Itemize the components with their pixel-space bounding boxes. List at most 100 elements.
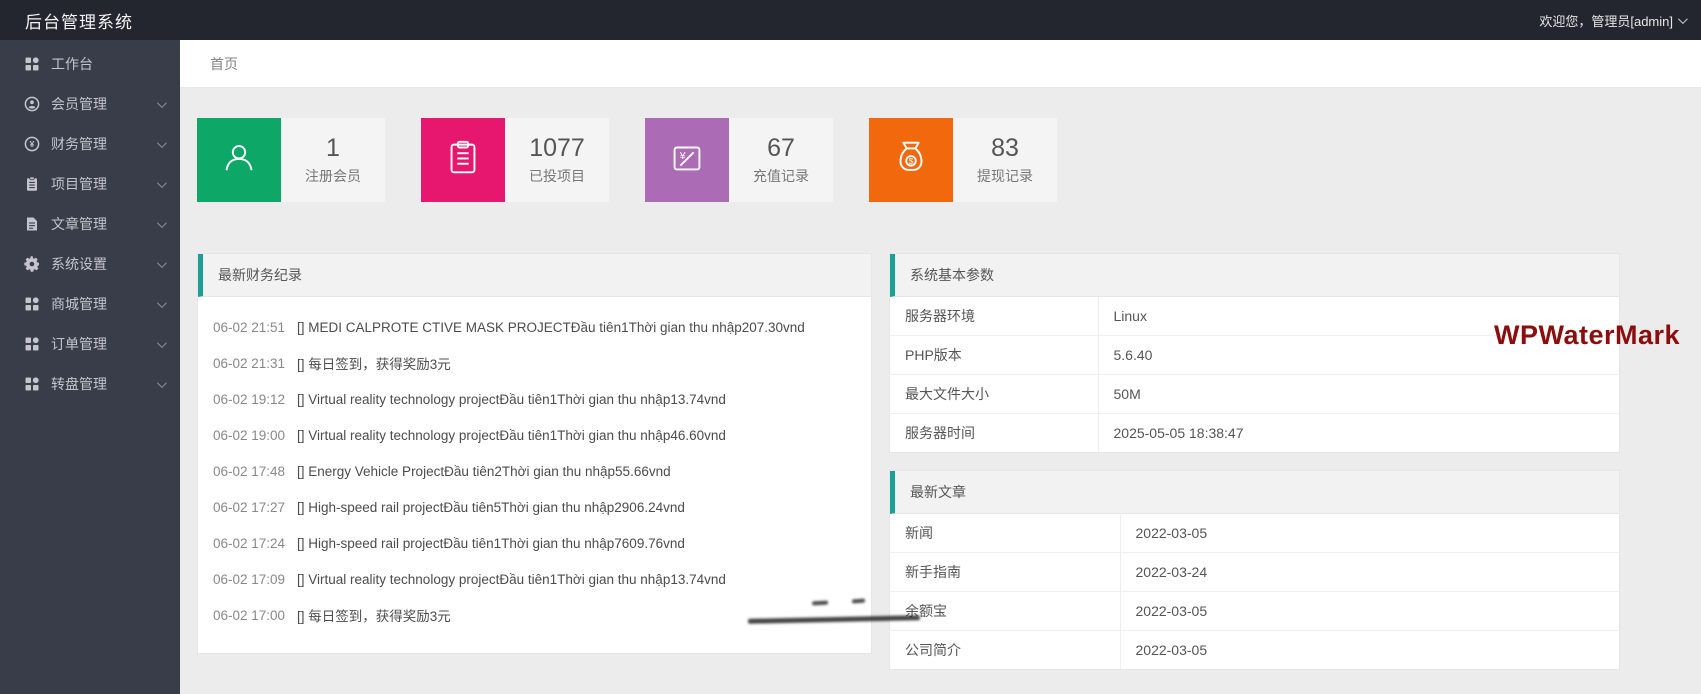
record-text: [] 每日签到，获得奖励3元 xyxy=(297,353,451,373)
sidebar-item[interactable]: 文章管理 xyxy=(0,204,180,244)
table-row: 新闻 2022-03-05 xyxy=(890,514,1619,553)
panels-row: 最新财务纪录 06-02 21:51 [] MEDI CALPROTE CTIV… xyxy=(197,253,1620,670)
finance-icon: ¥ xyxy=(24,136,40,152)
table-row: 最大文件大小 50M xyxy=(890,375,1619,414)
app-title: 后台管理系统 xyxy=(25,8,133,33)
welcome-text: 欢迎您，管理员[admin] xyxy=(1539,11,1673,30)
stat-card[interactable]: ¥ 67 充值记录 xyxy=(645,118,833,202)
sidebar-item-label: 系统设置 xyxy=(51,254,157,274)
record-text: [] Virtual reality technology projectĐầu… xyxy=(297,572,726,587)
sidebar-item-label: 订单管理 xyxy=(51,334,157,354)
sidebar-item[interactable]: 商城管理 xyxy=(0,284,180,324)
finance-record: 06-02 21:51 [] MEDI CALPROTE CTIVE MASK … xyxy=(198,309,871,345)
chevron-down-icon xyxy=(157,338,167,348)
chevron-down-icon xyxy=(157,258,167,268)
finance-record: 06-02 17:00 [] 每日签到，获得奖励3元 xyxy=(198,597,871,633)
article-title: 新手指南 xyxy=(890,553,1120,592)
table-row: 服务器环境 Linux xyxy=(890,297,1619,336)
user-icon xyxy=(218,137,260,184)
article-date: 2022-03-24 xyxy=(1120,553,1619,592)
stat-card[interactable]: $ 83 提现记录 xyxy=(869,118,1057,202)
console-icon xyxy=(24,56,40,72)
stat-cards: 1 注册会员 1077 已投项目 ¥ xyxy=(197,118,1620,202)
chevron-down-icon xyxy=(1678,14,1688,24)
stat-value: 1 xyxy=(326,134,340,163)
sidebar-item-label: 财务管理 xyxy=(51,134,157,154)
article-icon xyxy=(24,216,40,232)
finance-record: 06-02 17:27 [] High-speed rail projectĐầ… xyxy=(198,489,871,525)
stat-value: 83 xyxy=(991,134,1019,163)
sidebar-item-label: 文章管理 xyxy=(51,214,157,234)
record-time: 06-02 17:09 xyxy=(213,572,297,587)
stat-icon-box xyxy=(197,118,281,202)
finance-record: 06-02 19:00 [] Virtual reality technolog… xyxy=(198,417,871,453)
stat-label: 提现记录 xyxy=(977,166,1033,186)
articles-panel: 最新文章 新闻 2022-03-05 新手指南 2022 xyxy=(889,470,1620,670)
panel-title: 最新文章 xyxy=(910,482,966,502)
param-value: 2025-05-05 18:38:47 xyxy=(1098,414,1619,453)
sidebar-item[interactable]: 系统设置 xyxy=(0,244,180,284)
finance-record: 06-02 17:09 [] Virtual reality technolog… xyxy=(198,561,871,597)
sidebar-item[interactable]: 工作台 xyxy=(0,44,180,84)
table-row: PHP版本 5.6.40 xyxy=(890,336,1619,375)
finance-record: 06-02 21:31 [] 每日签到，获得奖励3元 xyxy=(198,345,871,381)
articles-panel-header: 最新文章 xyxy=(890,471,1619,514)
record-time: 06-02 17:27 xyxy=(213,500,297,515)
tab-bar: 首页 xyxy=(180,40,1701,88)
sidebar: 工作台 会员管理 ¥ 财务管理 项目管理 文章管理 系统设置 xyxy=(0,40,180,694)
project-icon xyxy=(24,176,40,192)
tab-home[interactable]: 首页 xyxy=(210,54,238,74)
sidebar-item[interactable]: ¥ 财务管理 xyxy=(0,124,180,164)
param-value: 5.6.40 xyxy=(1098,336,1619,375)
param-value: 50M xyxy=(1098,375,1619,414)
param-label: 服务器时间 xyxy=(890,414,1098,453)
stat-meta: 1 注册会员 xyxy=(281,118,385,202)
stat-card[interactable]: 1077 已投项目 xyxy=(421,118,609,202)
invest-icon xyxy=(442,137,484,184)
withdraw-icon: $ xyxy=(890,137,932,184)
sidebar-item[interactable]: 会员管理 xyxy=(0,84,180,124)
sidebar-item[interactable]: 订单管理 xyxy=(0,324,180,364)
chevron-down-icon xyxy=(157,298,167,308)
sidebar-item[interactable]: 转盘管理 xyxy=(0,364,180,404)
recharge-icon: ¥ xyxy=(666,137,708,184)
chevron-down-icon xyxy=(157,218,167,228)
table-row: 余额宝 2022-03-05 xyxy=(890,592,1619,631)
stat-card[interactable]: 1 注册会员 xyxy=(197,118,385,202)
param-label: 服务器环境 xyxy=(890,297,1098,336)
sidebar-item[interactable]: 项目管理 xyxy=(0,164,180,204)
finance-records: 06-02 21:51 [] MEDI CALPROTE CTIVE MASK … xyxy=(198,297,871,653)
wheel-icon xyxy=(24,376,40,392)
stat-label: 注册会员 xyxy=(305,166,361,186)
record-text: [] MEDI CALPROTE CTIVE MASK PROJECTĐầu t… xyxy=(297,320,805,335)
panel-title: 最新财务纪录 xyxy=(218,265,302,285)
article-title: 公司简介 xyxy=(890,631,1120,670)
settings-icon xyxy=(24,256,40,272)
app-frame: 工作台 会员管理 ¥ 财务管理 项目管理 文章管理 系统设置 xyxy=(0,40,1701,694)
record-text: [] High-speed rail projectĐầu tiên5Thời … xyxy=(297,500,685,515)
article-date: 2022-03-05 xyxy=(1120,631,1619,670)
stat-label: 已投项目 xyxy=(529,166,585,186)
sidebar-item-label: 项目管理 xyxy=(51,174,157,194)
finance-record: 06-02 17:24 [] High-speed rail projectĐầ… xyxy=(198,525,871,561)
record-time: 06-02 21:51 xyxy=(213,320,297,335)
param-label: 最大文件大小 xyxy=(890,375,1098,414)
member-icon xyxy=(24,96,40,112)
system-table: 服务器环境 Linux PHP版本 5.6.40 最大文件大小 50M xyxy=(890,297,1619,452)
content: 1 注册会员 1077 已投项目 ¥ xyxy=(180,88,1701,694)
chevron-down-icon xyxy=(157,178,167,188)
record-time: 06-02 19:00 xyxy=(213,428,297,443)
finance-record: 06-02 19:12 [] Virtual reality technolog… xyxy=(198,381,871,417)
sidebar-item-label: 工作台 xyxy=(51,54,157,74)
topbar: 后台管理系统 欢迎您，管理员[admin] xyxy=(0,0,1701,40)
record-time: 06-02 17:24 xyxy=(213,536,297,551)
article-date: 2022-03-05 xyxy=(1120,592,1619,631)
system-panel-header: 系统基本参数 xyxy=(890,254,1619,297)
article-title: 余额宝 xyxy=(890,592,1120,631)
user-menu[interactable]: 欢迎您，管理员[admin] xyxy=(1539,11,1685,30)
main-area: 首页 1 注册会员 xyxy=(180,40,1701,694)
stat-icon-box xyxy=(421,118,505,202)
article-date: 2022-03-05 xyxy=(1120,514,1619,553)
finance-panel-header: 最新财务纪录 xyxy=(198,254,871,297)
table-row: 服务器时间 2025-05-05 18:38:47 xyxy=(890,414,1619,453)
